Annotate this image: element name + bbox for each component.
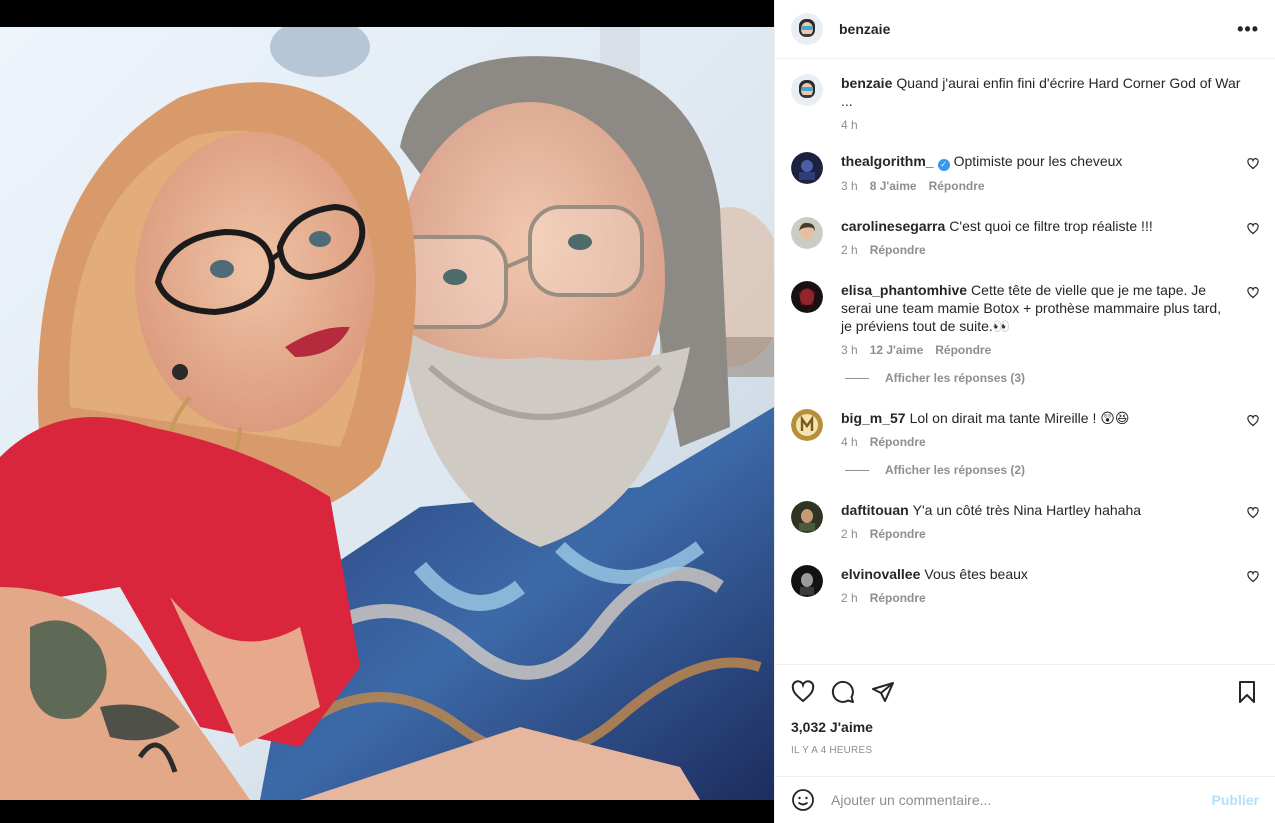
reply-button[interactable]: Répondre [870,243,926,257]
emoji-icon[interactable] [791,788,815,812]
comment-username[interactable]: elisa_phantomhive [841,282,967,298]
comment-item: big_m_57 Lol on dirait ma tante Mireille … [791,409,1259,449]
post-photo[interactable] [0,27,774,800]
commenter-avatar[interactable] [791,152,823,184]
like-heart-icon[interactable] [791,680,815,704]
instagram-post-dialog: benzaie ••• benzaie Quand j'aurai enfin f… [0,0,1275,823]
comment-username[interactable]: big_m_57 [841,410,906,426]
commenter-avatar[interactable] [791,281,823,313]
author-username[interactable]: benzaie [839,21,890,37]
reply-button[interactable]: Répondre [870,435,926,449]
like-comment-heart-icon[interactable] [1247,415,1259,427]
comment-time[interactable]: 3 h [841,179,858,193]
comment-time[interactable]: 4 h [841,435,858,449]
replies-divider [845,469,869,471]
replies-divider [845,377,869,379]
reply-button[interactable]: Répondre [870,527,926,541]
action-bar [791,677,1259,707]
comment-composer: Publier [775,776,1275,823]
like-comment-heart-icon[interactable] [1247,507,1259,519]
comment-username[interactable]: daftitouan [841,502,909,518]
commenter-avatar[interactable] [791,565,823,597]
comment-text: Optimiste pour les cheveux [953,153,1123,169]
comment-text: C'est quoi ce filtre trop réaliste !!! [949,218,1153,234]
caption-avatar[interactable] [791,74,823,106]
like-count[interactable]: 3,032 J'aime [791,719,1259,735]
comment-time[interactable]: 3 h [841,343,858,357]
view-replies-label: Afficher les réponses (2) [885,463,1026,477]
reply-button[interactable]: Répondre [935,343,991,357]
comment-username[interactable]: carolinesegarra [841,218,945,234]
post-header: benzaie ••• [775,0,1275,59]
comment-item: daftitouan Y'a un côté très Nina Hartley … [791,501,1259,541]
post-side-panel: benzaie ••• benzaie Quand j'aurai enfin f… [774,0,1275,823]
publish-button[interactable]: Publier [1212,792,1259,808]
commenter-avatar[interactable] [791,409,823,441]
author-avatar[interactable] [791,13,823,45]
comment-bubble-icon[interactable] [831,680,855,704]
reply-button[interactable]: Répondre [929,179,985,193]
view-replies-button[interactable]: Afficher les réponses (2) [845,463,1259,477]
save-bookmark-icon[interactable] [1235,680,1259,704]
like-comment-heart-icon[interactable] [1247,158,1259,170]
verified-badge-icon: ✓ [937,159,950,171]
like-comment-heart-icon[interactable] [1247,287,1259,299]
comment-likes[interactable]: 8 J'aime [870,179,917,193]
comment-item: carolinesegarra C'est quoi ce filtre trop… [791,217,1259,257]
comment-text: Y'a un côté très Nina Hartley hahaha [912,502,1142,518]
like-comment-heart-icon[interactable] [1247,223,1259,235]
caption-text: Quand j'aurai enfin fini d'écrire Hard C… [841,75,1241,109]
view-replies-label: Afficher les réponses (3) [885,371,1026,385]
comment-item: thealgorithm_ ✓ Optimiste pour les cheveux… [791,152,1259,193]
reply-button[interactable]: Répondre [870,591,926,605]
commenter-avatar[interactable] [791,217,823,249]
comment-username[interactable]: elvinovallee [841,566,920,582]
selfie-image [0,27,774,800]
comment-time[interactable]: 2 h [841,591,858,605]
commenter-avatar[interactable] [791,501,823,533]
caption-username[interactable]: benzaie [841,75,892,91]
share-paper-plane-icon[interactable] [871,680,895,704]
post-time-ago[interactable]: IL Y A 4 HEURES [791,745,1259,756]
view-replies-button[interactable]: Afficher les réponses (3) [845,371,1259,385]
like-comment-heart-icon[interactable] [1247,571,1259,583]
comment-text: Lol on dirait ma tante Mireille ! 😲😆 [909,410,1130,426]
comment-input[interactable] [831,792,1212,808]
comment-likes[interactable]: 12 J'aime [870,343,924,357]
more-options-button[interactable]: ••• [1237,19,1259,40]
post-media-area [0,0,774,823]
caption: benzaie Quand j'aurai enfin fini d'écrire… [791,74,1259,132]
comment-time[interactable]: 2 h [841,527,858,541]
comment-item: elvinovallee Vous êtes beaux 2 h Répondre [791,565,1259,605]
comment-item: elisa_phantomhive Cette tête de vielle qu… [791,281,1259,357]
caption-time[interactable]: 4 h [841,118,858,132]
comment-time[interactable]: 2 h [841,243,858,257]
post-actions: 3,032 J'aime IL Y A 4 HEURES [775,664,1275,756]
comment-text: Vous êtes beaux [924,566,1028,582]
comment-username[interactable]: thealgorithm_ [841,153,934,169]
comments-list[interactable]: benzaie Quand j'aurai enfin fini d'écrire… [775,60,1275,663]
